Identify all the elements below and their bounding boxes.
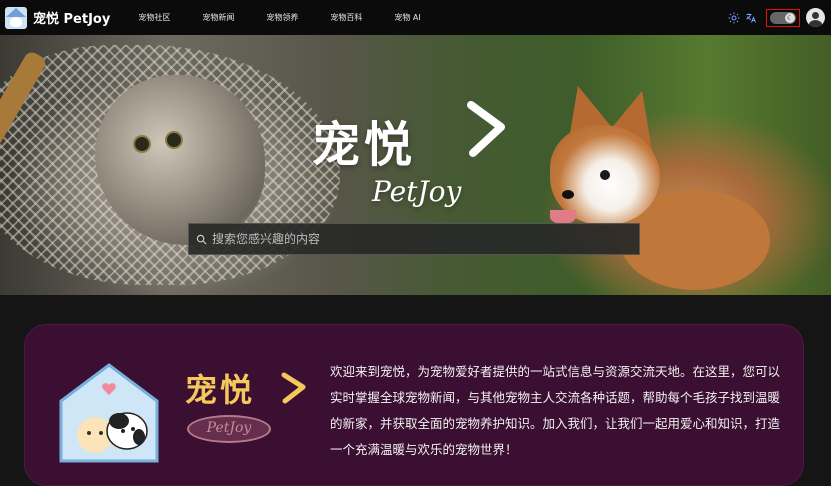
puppy-image <box>540 79 770 290</box>
nav-menu: 宠物社区 宠物新闻 宠物领养 宠物百科 宠物 AI <box>138 12 452 23</box>
theme-toggle[interactable]: ☾ <box>770 11 796 24</box>
card-brand: 宠悦 PetJoy <box>185 365 325 455</box>
brand-name: 宠悦 PetJoy <box>33 12 111 27</box>
hero-title: 宠悦 <box>312 117 417 173</box>
hero-subtitle: PetJoy <box>372 175 462 208</box>
chevron-decoration-icon <box>467 101 505 157</box>
nav-item-encyclopedia[interactable]: 宠物百科 <box>330 12 362 23</box>
nav-item-ai[interactable]: 宠物 AI <box>394 12 420 23</box>
search-input[interactable] <box>207 231 639 247</box>
card-brand-title: 宠悦 <box>185 371 256 409</box>
translate-icon[interactable] <box>744 11 758 25</box>
petjoy-logo-icon <box>59 363 159 463</box>
avatar[interactable] <box>806 8 825 27</box>
top-navbar: 宠悦 PetJoy 宠物社区 宠物新闻 宠物领养 宠物百科 宠物 AI ☾ <box>0 0 831 36</box>
card-brand-subtitle: PetJoy <box>187 415 271 443</box>
hero-banner: 宠悦 PetJoy <box>0 35 831 295</box>
intro-card: 宠悦 PetJoy 欢迎来到宠悦，为宠物爱好者提供的一站式信息与资源交流天地。在… <box>24 324 804 486</box>
theme-toggle-highlight: ☾ <box>766 8 800 27</box>
nav-toolbar: ☾ <box>727 0 825 35</box>
nav-item-news[interactable]: 宠物新闻 <box>202 12 234 23</box>
brand[interactable]: 宠悦 PetJoy <box>5 6 111 29</box>
search-bar[interactable] <box>188 223 640 255</box>
search-icon <box>196 234 207 244</box>
moon-icon: ☾ <box>785 12 795 23</box>
chevron-decoration-icon <box>281 372 306 404</box>
nav-item-community[interactable]: 宠物社区 <box>138 12 170 23</box>
sun-icon[interactable] <box>727 11 741 25</box>
brand-logo <box>5 6 27 29</box>
nav-item-adoption[interactable]: 宠物领养 <box>266 12 298 23</box>
intro-description: 欢迎来到宠悦，为宠物爱好者提供的一站式信息与资源交流天地。在这里，您可以实时掌握… <box>330 364 781 457</box>
